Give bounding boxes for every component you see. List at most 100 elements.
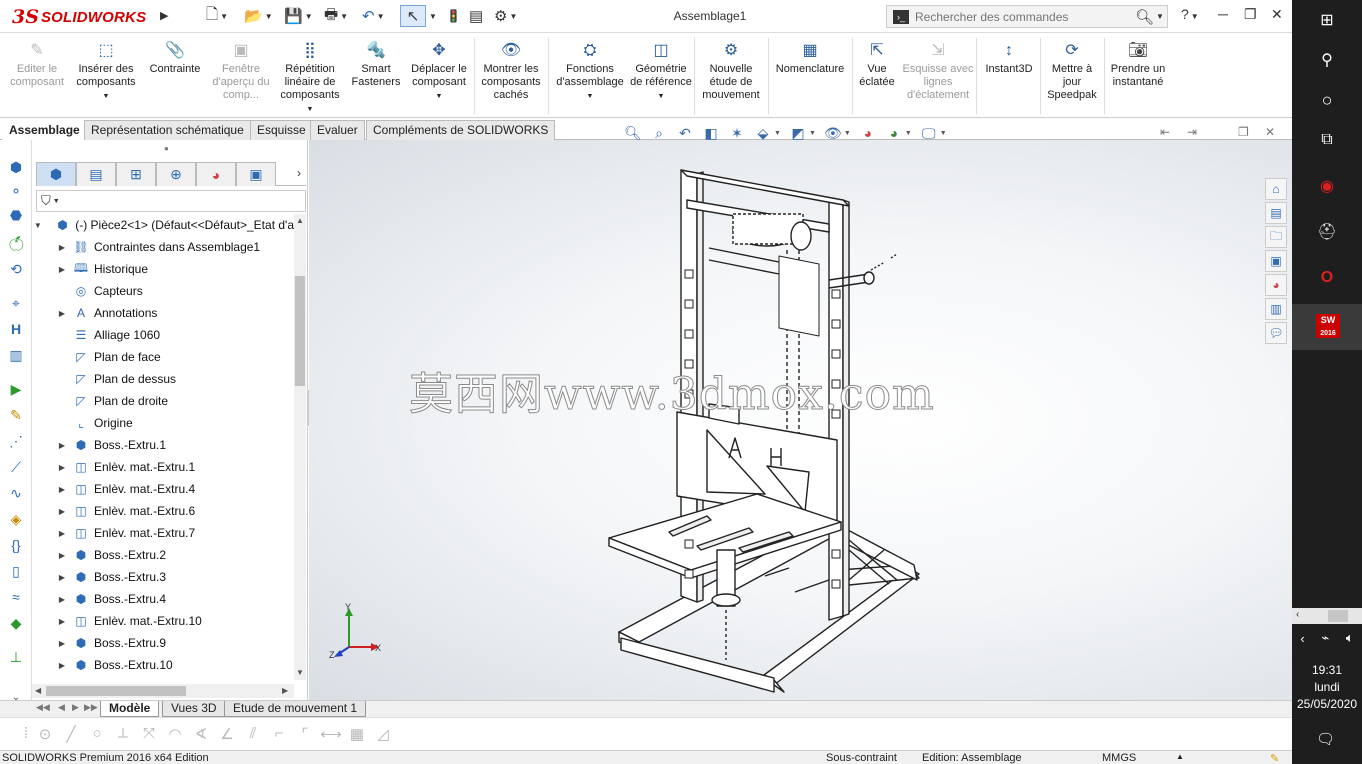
scroll-right-icon[interactable]: ▶ [282,686,288,695]
tab-sketch[interactable]: Esquisse [250,120,313,140]
mate-button[interactable]: 📎 Contrainte [144,40,206,76]
insert-components-button[interactable]: ⬚ Insérer des composants ▼ [70,40,142,103]
file-properties-button[interactable]: ▤ [469,5,483,27]
expand-arrow-icon[interactable]: ▶ [56,507,68,516]
component-preview-button[interactable]: ▣ Fenêtre d'aperçu du comp... [210,40,272,102]
triangle-icon[interactable]: ◿ [372,723,394,745]
tree-item[interactable]: ◸ Plan de dessus [32,368,294,390]
tree-item[interactable]: ▶ ⬢ Boss.-Extru.3 [32,566,294,588]
undo-button[interactable]: ↶ ▼ [362,5,385,27]
graph-icon[interactable]: ⋰ [7,432,25,450]
reference-geometry-button[interactable]: ◫ Géométrie de référence ▼ [630,40,692,103]
notifications-icon[interactable]: 🗨︎ [1316,730,1335,748]
select-button[interactable]: ↖ [400,5,426,27]
dashed-corner-icon[interactable]: ⌜ [294,723,316,745]
featuremanager-tab-icon[interactable]: ⬢ [36,162,76,186]
volume-icon[interactable]: 🔈︎ [1346,630,1354,646]
tab-assembly[interactable]: Assemblage [2,120,87,140]
options-button[interactable]: ⚙ ▼ [494,5,517,27]
hole-icon[interactable]: ⌖ [7,294,25,312]
prev-tab-icon[interactable]: ◀ [58,702,65,713]
show-hidden-components-button[interactable]: 👁︎ Montrer les composants cachés [476,40,546,102]
solidworks-logo[interactable]: 3S SOLIDWORKS [12,6,146,28]
offset-icon[interactable]: ∢ [190,723,212,745]
solidworks-taskbar-button[interactable]: SW 2016 [1292,304,1362,350]
filter-field[interactable]: ⛉ ▼ [36,190,306,212]
box-icon[interactable]: ◈ [7,510,25,528]
linear-pattern-button[interactable]: ⣿ Répétition linéaire de composants ▼ [274,40,346,116]
viewport-restore-icon[interactable]: ❐ [1238,125,1249,139]
expand-arrow-icon[interactable]: ▶ [56,463,68,472]
expand-arrow-icon[interactable]: ▶ [56,309,68,318]
expand-arrow-icon[interactable]: ▶ [56,617,68,626]
search-input[interactable] [915,9,1133,24]
tree-item[interactable]: ▶ A Annotations [32,302,294,324]
tree-item[interactable]: ▶ ◫ Enlèv. mat.-Extru.7 [32,522,294,544]
scroll-down-icon[interactable]: ▼ [296,668,304,677]
expand-arrow-icon[interactable]: ▶ [56,661,68,670]
scroll-thumb[interactable] [295,276,305,386]
mate-reference-icon[interactable]: ⚬ [7,182,25,200]
update-speedpak-button[interactable]: ⟳ Mettre à jour Speedpak [1042,40,1102,102]
point-icon[interactable]: ⊙ [34,723,56,745]
taskbar-scrollbar[interactable]: ‹ [1292,608,1362,624]
task-view-icon[interactable]: ⧉ [1315,128,1339,152]
height-icon[interactable]: H [7,320,25,338]
scroll-thumb[interactable] [46,686,186,696]
chevron-left-icon[interactable]: ‹ [1300,631,1304,646]
explode-line-sketch-button[interactable]: ⇲ Esquisse avec lignes d'éclatement [902,40,974,102]
instant3d-button[interactable]: ↕ Instant3D [980,40,1038,76]
expand-arrow-icon[interactable]: ▶ [56,529,68,538]
configurationmanager-tab-icon[interactable]: ⊞ [116,162,156,186]
expand-arrow-icon[interactable]: ▶ [56,265,68,274]
play-icon[interactable]: ▶ [7,380,25,398]
expand-arrow-icon[interactable]: ▶ [56,639,68,648]
maximize-button[interactable]: ❐ [1244,6,1257,23]
first-tab-icon[interactable]: ◀◀ [36,702,50,713]
close-button[interactable]: ✕ [1271,6,1283,23]
rebuild-button[interactable]: 🚦 [446,5,461,27]
circle-icon[interactable]: ○ [86,723,108,745]
unit-system[interactable]: MMGS [1102,752,1136,764]
scroll-up-icon[interactable]: ▲ [296,216,304,225]
collapse-arrow-icon[interactable]: ▼ [32,221,44,230]
braces-icon[interactable]: {} [7,536,25,554]
open-button[interactable]: 📂 ▼ [244,5,273,27]
expand-arrow-icon[interactable]: ▶ [56,243,68,252]
tree-item[interactable]: ▶ 🕮 Historique [32,258,294,280]
tree-item[interactable]: ▶ ⬢ Boss.-Extru.1 [32,434,294,456]
wave-graph-icon[interactable]: ∿ [7,484,25,502]
tree-item[interactable]: ▶ ◫ Enlèv. mat.-Extru.6 [32,500,294,522]
corner-icon[interactable]: ⌐ [268,723,290,745]
mirror-icon[interactable]: ⤧ [138,723,160,745]
taskbar-clock[interactable]: 19:31 lundi 25/05/2020 [1292,662,1362,713]
dimxpert-tab-icon[interactable]: ⊕ [156,162,196,186]
search-dropdown-icon[interactable]: ▼ [1156,12,1164,21]
tab-evaluate[interactable]: Evaluer [310,120,365,140]
toolbox-icon[interactable]: ◆ [7,614,25,632]
take-snapshot-button[interactable]: 📷︎ Prendre un instantané [1106,40,1170,89]
view-palette-icon[interactable]: ▣ [1265,250,1287,272]
assembly-features-button[interactable]: ⛭ Fonctions d'assemblage ▼ [554,40,626,103]
print-button[interactable]: 🖶 ▼ [324,5,348,27]
tab-schematic[interactable]: Représentation schématique [84,120,251,140]
tree-item[interactable]: ▶ ◫ Enlèv. mat.-Extru.10 [32,610,294,632]
windows-start-icon[interactable]: ⊞ [1315,8,1339,32]
last-tab-icon[interactable]: ▶▶ [84,702,98,713]
tab-motion-study[interactable]: Etude de mouvement 1 [224,701,367,717]
record-icon[interactable]: ◉ [1315,174,1339,198]
tree-item[interactable]: ▶ ◫ Enlèv. mat.-Extru.4 [32,478,294,500]
calculator-icon[interactable]: ▥ [7,346,25,364]
tree-item[interactable]: ▶ ⛓ Contraintes dans Assemblage1 [32,236,294,258]
parallel-icon[interactable]: ⫽ [242,723,264,745]
displaymanager-tab-icon[interactable]: ◕ [196,162,236,186]
scroll-thumb[interactable] [1328,610,1348,622]
graphics-area[interactable]: Y X Z 莫西网www.3dmox.com ⌂ ▤ 🗀 ▣ ◕ ▥ 💬︎ [309,140,1292,700]
viewport-expand-icon[interactable]: ⇥ [1187,125,1197,139]
tree-item[interactable]: ▶ ⬢ Boss.-Extru.2 [32,544,294,566]
component-icon[interactable]: ⬢ [7,158,25,176]
bill-of-materials-button[interactable]: ▦ Nomenclature [770,40,850,76]
appearances-icon[interactable]: ◕ [1265,274,1287,296]
hat-app-icon[interactable]: ⛑ [1315,220,1339,244]
rotate-component-icon[interactable]: ⟲ [7,260,25,278]
